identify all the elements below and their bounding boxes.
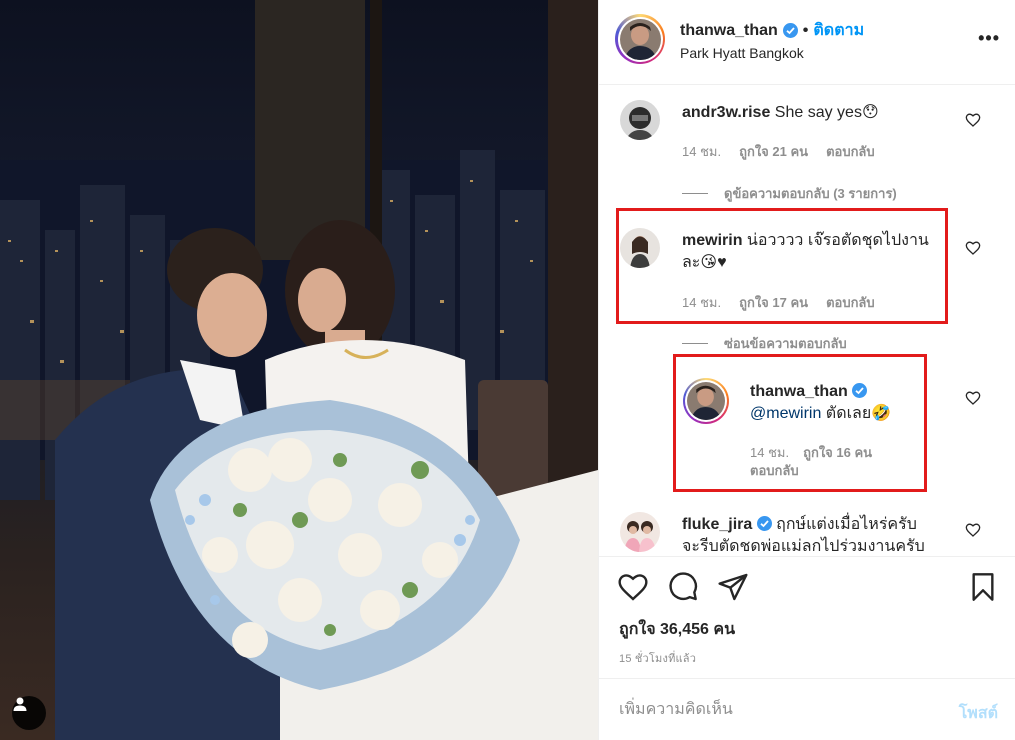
- user-tag-icon: [13, 697, 27, 711]
- comment-icon[interactable]: [667, 571, 699, 603]
- author-avatar-image: [619, 18, 661, 60]
- post-comment-button[interactable]: โพสต์: [959, 701, 998, 726]
- commenter-avatar[interactable]: [620, 512, 660, 552]
- comment-likes[interactable]: ถูกใจ 17 คน: [739, 292, 808, 313]
- comment-time[interactable]: 14 ชม.: [682, 292, 721, 313]
- comment-heart-icon[interactable]: [965, 522, 981, 538]
- more-options-button[interactable]: •••: [978, 28, 1000, 49]
- commenter-avatar[interactable]: [620, 100, 660, 140]
- post-header: thanwa_than • ติดตาม Park Hyatt Bangkok …: [599, 0, 1015, 85]
- follow-button[interactable]: ติดตาม: [813, 18, 864, 43]
- comment-text-continued: ละ😘♥: [682, 254, 727, 271]
- add-comment-bar: โพสต์: [599, 678, 1015, 740]
- hide-replies-label: ซ่อนข้อความตอบกลับ: [724, 336, 847, 351]
- comment-text: She say yes😯: [774, 104, 879, 121]
- comment-input[interactable]: [619, 697, 929, 723]
- reply-divider: [682, 343, 708, 344]
- comment-text: ฤกษ์แต่งเมื่อไหร่ครับ: [776, 516, 917, 533]
- comment-username[interactable]: mewirin: [682, 232, 742, 249]
- commenter-avatar-image: [620, 228, 660, 268]
- author-username[interactable]: thanwa_than: [680, 22, 778, 40]
- comment-time[interactable]: 14 ชม.: [682, 141, 721, 162]
- commenter-avatar[interactable]: [620, 228, 660, 268]
- comment-text: ตัดเลย🤣: [821, 405, 892, 422]
- reply-button[interactable]: ตอบกลับ: [826, 141, 875, 162]
- comment-mention[interactable]: @mewirin: [750, 405, 821, 422]
- post-timestamp: 15 ชั่วโมงที่แล้ว: [619, 653, 697, 665]
- commenter-avatar-image: [620, 100, 660, 140]
- author-avatar[interactable]: [615, 14, 665, 64]
- commenter-avatar-image: [687, 382, 725, 420]
- reply-button[interactable]: ตอบกลับ: [750, 460, 799, 481]
- comment-heart-icon[interactable]: [965, 112, 981, 128]
- comment-username[interactable]: fluke_jira: [682, 516, 752, 533]
- reply-button[interactable]: ตอบกลับ: [826, 292, 875, 313]
- commenter-avatar-image: [620, 512, 660, 552]
- reply-divider: [682, 193, 708, 194]
- comment-username[interactable]: thanwa_than: [750, 383, 848, 400]
- comment-text: น่อวววว เจ๊รอตัดชุดไปงาน: [746, 232, 929, 249]
- comment-username[interactable]: andr3w.rise: [682, 104, 770, 121]
- verified-icon: [756, 516, 772, 531]
- share-icon[interactable]: [717, 571, 749, 603]
- comment-likes[interactable]: ถูกใจ 21 คน: [739, 141, 808, 162]
- bookmark-icon[interactable]: [967, 571, 999, 603]
- comments-list[interactable]: andr3w.rise She say yes😯 14 ชม. ถูกใจ 21…: [599, 86, 1015, 556]
- commenter-avatar[interactable]: [683, 378, 729, 424]
- comment-heart-icon[interactable]: [965, 390, 981, 406]
- view-replies-label: ดูข้อความตอบกลับ (3 รายการ): [724, 186, 897, 201]
- header-separator: •: [802, 21, 809, 39]
- comment-text-continued: จะรีบตัดชดพ่อแม่ลกไปร่วมงานครับ: [682, 538, 925, 555]
- comment-heart-icon[interactable]: [965, 240, 981, 256]
- heart-icon[interactable]: [617, 571, 649, 603]
- post-side-panel: thanwa_than • ติดตาม Park Hyatt Bangkok …: [598, 0, 1015, 740]
- verified-icon: [852, 383, 868, 398]
- view-replies-button[interactable]: ดูข้อความตอบกลับ (3 รายการ): [682, 183, 897, 204]
- user-tag-button[interactable]: [12, 696, 46, 730]
- post-location[interactable]: Park Hyatt Bangkok: [680, 45, 804, 61]
- hide-replies-button[interactable]: ซ่อนข้อความตอบกลับ: [682, 333, 847, 354]
- verified-icon: [782, 23, 798, 38]
- post-photo[interactable]: [0, 0, 598, 740]
- comment-likes[interactable]: ถูกใจ 16 คน: [803, 442, 872, 463]
- photo-scene: [0, 0, 598, 740]
- likes-count[interactable]: ถูกใจ 36,456 คน: [619, 617, 735, 642]
